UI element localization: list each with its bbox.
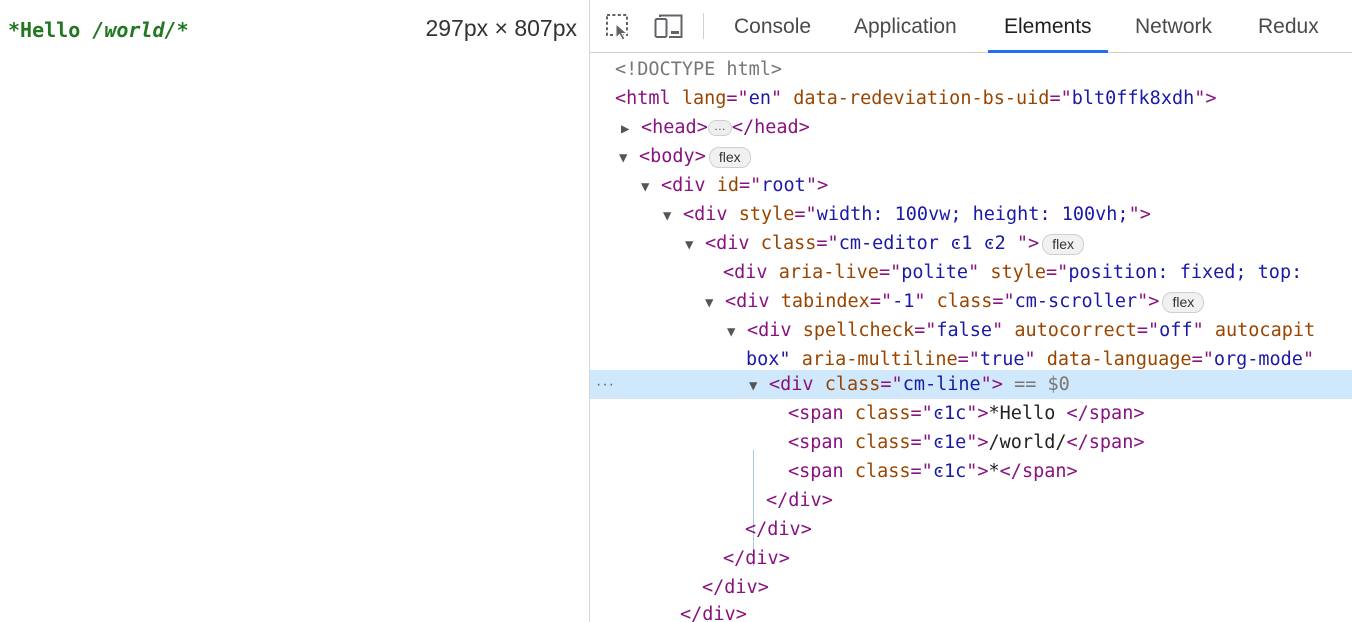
- collapse-arrow-icon[interactable]: ▼: [663, 202, 683, 231]
- bold-text: *Hello: [8, 18, 93, 42]
- tree-row-span-2[interactable]: <span class="ͼ1e">/world/</span>: [590, 428, 1352, 457]
- editor-class-value: cm-editor ͼ1 ͼ2: [838, 233, 1017, 254]
- span2-class-value: ͼ1e: [932, 432, 967, 453]
- tree-row-close-div[interactable]: </div>: [590, 600, 1352, 622]
- trailing-text: *: [176, 18, 189, 42]
- tree-row-span-3[interactable]: <span class="ͼ1c">*</span>: [590, 457, 1352, 486]
- tree-row-body[interactable]: ▼ <body> flex: [590, 142, 1352, 171]
- editor-line[interactable]: *Hello /world/*: [8, 18, 189, 42]
- html-uid-value: blt0ffk8xdh: [1071, 88, 1195, 109]
- row-menu-icon[interactable]: ···: [596, 370, 615, 399]
- collapse-arrow-icon[interactable]: ▼: [749, 372, 769, 401]
- flex-badge[interactable]: flex: [1042, 233, 1084, 255]
- collapse-arrow-icon[interactable]: ▼: [685, 231, 705, 260]
- span2-text: /world/: [988, 432, 1067, 453]
- devtools-toolbar: Console Application Elements Network Red…: [590, 0, 1352, 53]
- style-value: width: 100vw; height: 100vh;: [816, 204, 1129, 225]
- tree-row-style-div[interactable]: ▼ <div style="width: 100vw; height: 100vh…: [590, 200, 1352, 229]
- collapse-arrow-icon[interactable]: ▼: [641, 173, 661, 202]
- toolbar-separator: [703, 13, 704, 39]
- tree-row-aria-live[interactable]: <div aria-live="polite" style="position:…: [590, 258, 1352, 287]
- collapse-arrow-icon[interactable]: ▼: [705, 289, 725, 318]
- aria-style-value: position: fixed; top:: [1068, 262, 1303, 283]
- aria-multiline-value: true: [979, 349, 1025, 370]
- span1-class-value: ͼ1c: [932, 403, 967, 424]
- span3-text: *: [988, 461, 1000, 482]
- italic-text: /world/: [92, 18, 177, 42]
- span3-class-value: ͼ1c: [932, 461, 967, 482]
- tree-row-root[interactable]: ▼ <div id="root">: [590, 171, 1352, 200]
- tab-console[interactable]: Console: [718, 0, 827, 52]
- autocapit-text: autocapit: [1214, 320, 1316, 341]
- span1-text: *Hello: [988, 403, 1067, 424]
- flex-badge[interactable]: flex: [1162, 291, 1205, 313]
- tab-redux[interactable]: Redux: [1242, 0, 1335, 52]
- viewport-size-readout: 297px × 807px: [425, 15, 577, 41]
- devtools-panel: Console Application Elements Network Red…: [589, 0, 1352, 622]
- flex-badge[interactable]: flex: [708, 146, 751, 168]
- tree-row-close-div[interactable]: </div>: [590, 544, 1352, 573]
- line-class-value: cm-line: [902, 374, 981, 395]
- tab-network[interactable]: Network: [1119, 0, 1228, 52]
- scroller-class-value: cm-scroller: [1014, 291, 1138, 312]
- spellcheck-value: false: [936, 320, 993, 341]
- elements-tree: <!DOCTYPE html> <html lang="en" data-red…: [590, 53, 1352, 622]
- tab-application[interactable]: Application: [838, 0, 973, 52]
- html-lang-value: en: [748, 88, 771, 109]
- tree-row-cm-line[interactable]: ··· ▼ <div class="cm-line"> == $0: [590, 370, 1352, 399]
- tree-row-doctype[interactable]: <!DOCTYPE html>: [590, 55, 1352, 84]
- size-readout-wrap: 297px × 807px: [370, 0, 589, 60]
- tree-row-head[interactable]: ▶ <head>… </head>: [590, 113, 1352, 142]
- page-preview: *Hello /world/* 297px × 807px: [0, 0, 589, 622]
- tree-row-cm-content[interactable]: ▼ <div spellcheck="false" autocorrect="of…: [590, 316, 1352, 345]
- expand-arrow-icon[interactable]: ▶: [621, 115, 641, 144]
- tree-row-close-div[interactable]: </div>: [590, 573, 1352, 602]
- root-id-value: root: [761, 175, 806, 196]
- selected-marker: == $0: [1014, 374, 1070, 395]
- aria-live-value: polite: [901, 262, 969, 283]
- tree-row-span-1[interactable]: <span class="ͼ1c">*Hello </span>: [590, 399, 1352, 428]
- collapse-arrow-icon[interactable]: ▼: [727, 318, 747, 347]
- collapse-arrow-icon[interactable]: ▼: [619, 144, 639, 173]
- tree-row-cm-scroller[interactable]: ▼ <div tabindex="-1" class="cm-scroller">…: [590, 287, 1352, 316]
- box-text: box": [746, 349, 791, 370]
- collapsed-ellipsis-badge[interactable]: …: [707, 120, 732, 136]
- device-toolbar-icon[interactable]: [654, 12, 684, 42]
- tree-row-html[interactable]: <html lang="en" data-redeviation-bs-uid=…: [590, 84, 1352, 113]
- inspect-element-icon[interactable]: [604, 12, 634, 42]
- tree-row-cm-editor[interactable]: ▼ <div class="cm-editor ͼ1 ͼ2 "> flex: [590, 229, 1352, 258]
- tree-row-close-div[interactable]: </div>: [590, 486, 1352, 515]
- autocorrect-value: off: [1159, 320, 1193, 341]
- tree-row-close-div[interactable]: </div>: [590, 515, 1352, 544]
- tabindex-value: -1: [892, 291, 915, 312]
- doctype-text: <!DOCTYPE html>: [615, 59, 783, 80]
- tab-elements[interactable]: Elements: [988, 0, 1108, 53]
- data-language-value: org-mode: [1213, 349, 1303, 370]
